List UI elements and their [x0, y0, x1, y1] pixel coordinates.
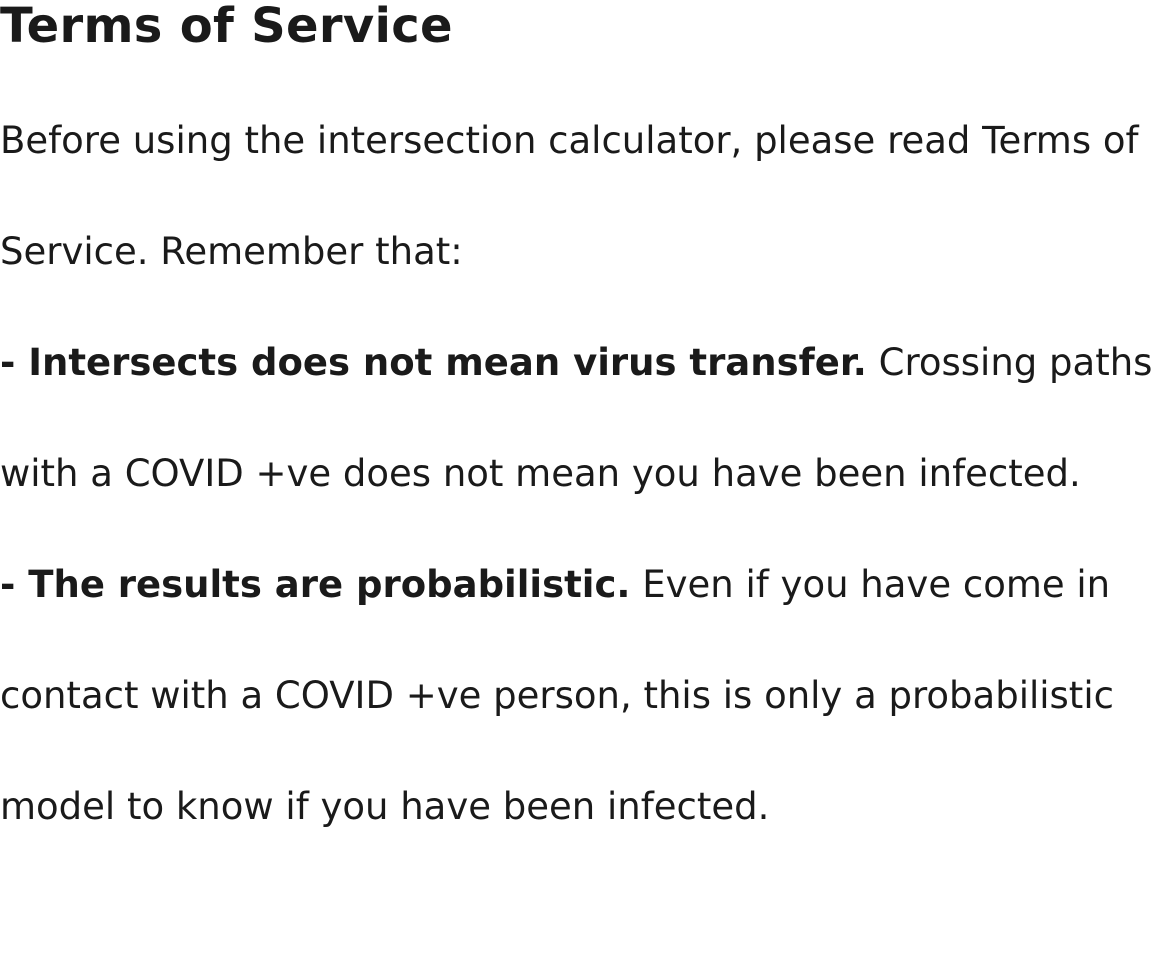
page-title: Terms of Service: [0, 0, 453, 54]
intro-paragraph: Before using the intersection calculator…: [0, 119, 1139, 273]
point-virus-transfer: - Intersects does not mean virus transfe…: [0, 307, 1165, 529]
terms-page: Terms of Service Before using the inters…: [0, 0, 1170, 976]
point-heading: - The results are probabilistic.: [0, 563, 631, 606]
point-heading: - Intersects does not mean virus transfe…: [0, 341, 867, 384]
point-probabilistic: - The results are probabilistic. Even if…: [0, 529, 1165, 862]
terms-body: Before using the intersection calculator…: [0, 85, 1165, 862]
